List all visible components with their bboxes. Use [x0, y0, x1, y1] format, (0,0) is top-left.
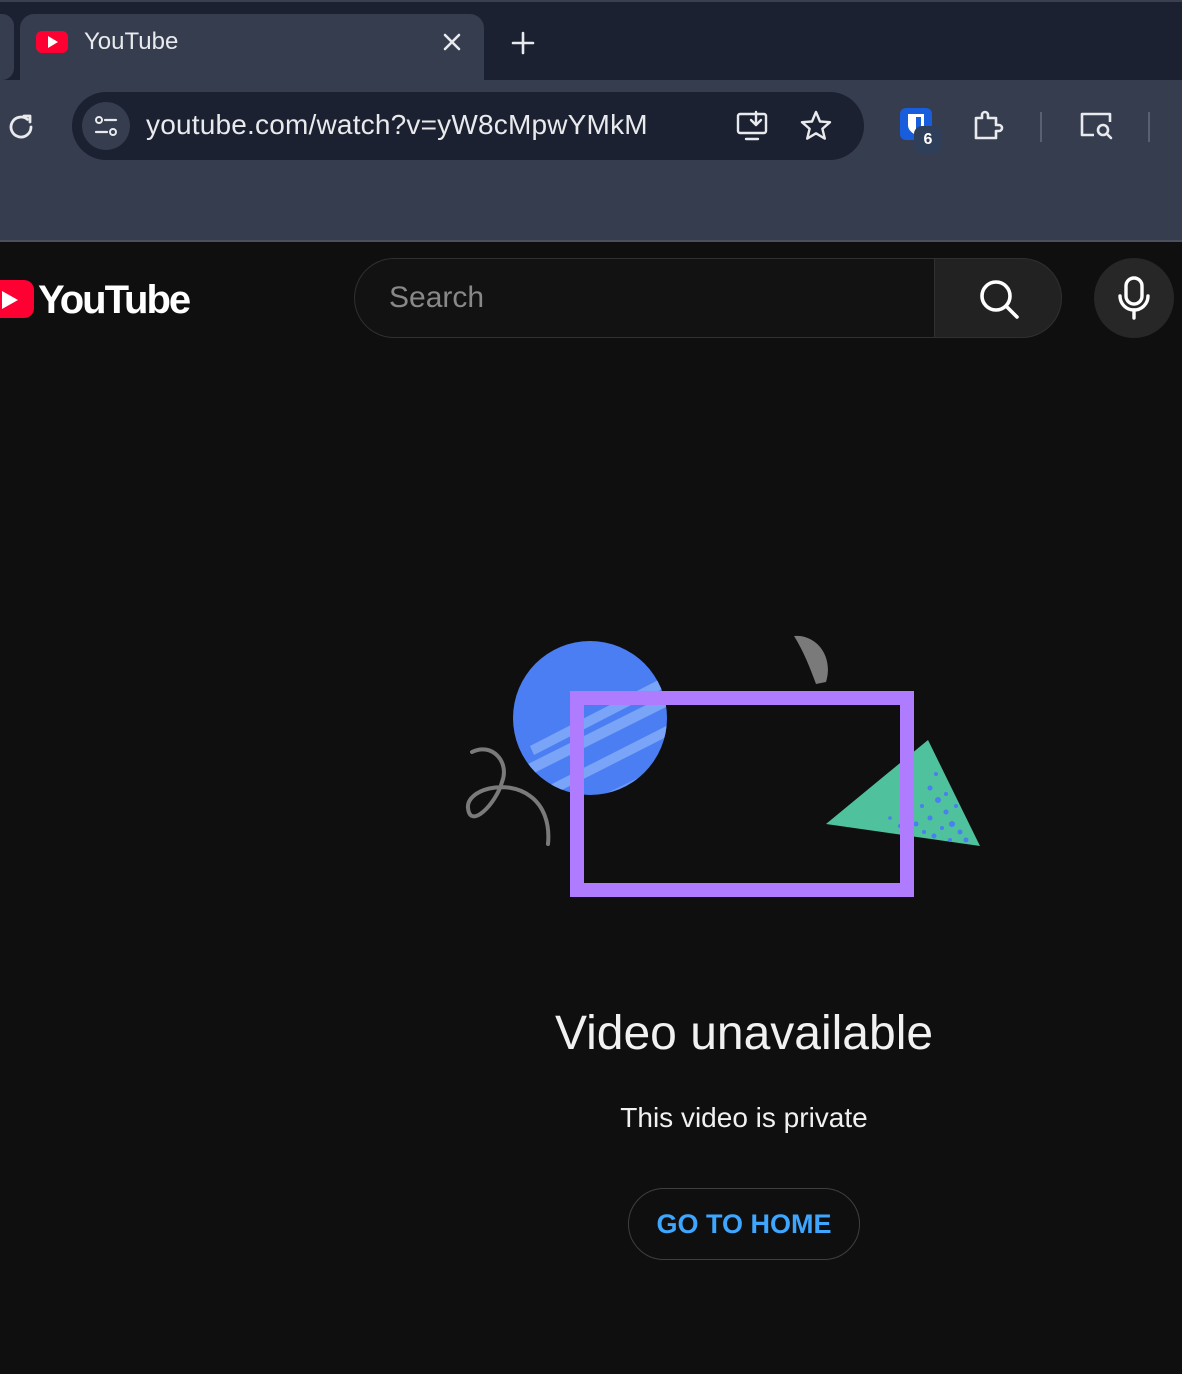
voice-search-button[interactable]	[1094, 258, 1174, 338]
site-info-icon	[94, 116, 118, 136]
toolbar-divider	[1040, 112, 1042, 142]
site-info-button[interactable]	[82, 102, 130, 150]
browser-tab-strip: YouTube	[0, 0, 1182, 82]
go-to-home-button[interactable]: GO TO HOME	[628, 1188, 860, 1260]
search-icon	[980, 280, 1019, 319]
error-title: Video unavailable	[554, 1007, 934, 1060]
extensions-puzzle-icon[interactable]	[970, 106, 1006, 142]
bookmark-star-icon[interactable]	[798, 108, 834, 144]
youtube-wordmark: YouTube	[38, 278, 191, 322]
search-button[interactable]	[934, 258, 1062, 338]
video-unavailable-illustration	[466, 635, 980, 897]
youtube-logo[interactable]: YouTube	[0, 278, 191, 322]
search-tab-icon[interactable]	[1078, 106, 1114, 142]
error-message: This video is private	[620, 1102, 868, 1133]
address-bar[interactable]: youtube.com/watch?v=yW8cMpwYMkM	[72, 92, 864, 160]
toolbar-divider	[1148, 112, 1150, 142]
microphone-icon	[1118, 276, 1150, 320]
new-tab-icon[interactable]	[506, 26, 540, 60]
install-app-icon[interactable]	[734, 108, 770, 144]
reload-icon[interactable]	[4, 110, 38, 144]
search-input[interactable]	[387, 259, 921, 337]
youtube-favicon-icon	[36, 31, 68, 53]
url-text[interactable]: youtube.com/watch?v=yW8cMpwYMkM	[146, 109, 648, 141]
close-icon[interactable]	[438, 28, 466, 56]
youtube-play-icon	[0, 280, 34, 318]
previous-tab[interactable]	[0, 14, 14, 80]
half-moon-shape	[794, 635, 828, 684]
search-box[interactable]	[354, 258, 936, 338]
tab-youtube[interactable]: YouTube	[20, 14, 484, 82]
tab-title: YouTube	[84, 28, 179, 55]
browser-toolbar: youtube.com/watch?v=yW8cMpwYMkM 6	[0, 80, 1182, 242]
extension-badge: 6	[914, 126, 942, 154]
